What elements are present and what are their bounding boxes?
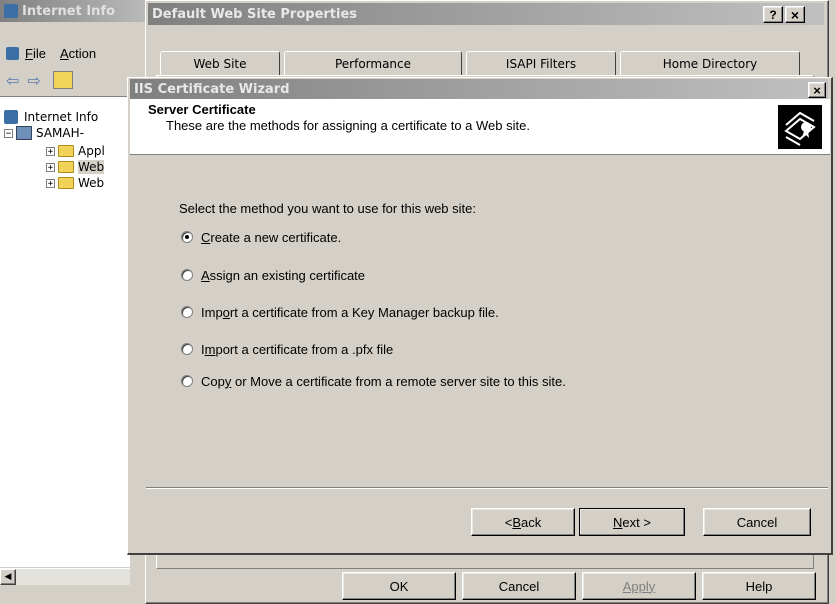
- option-copy-move-remote[interactable]: Copy or Move a certificate from a remote…: [181, 372, 566, 390]
- wizard-close-button[interactable]: ×: [808, 82, 826, 98]
- option-label: Import a certificate from a .pfx file: [201, 341, 394, 357]
- properties-title-bar: Default Web Site Properties: [148, 3, 824, 25]
- tab-performance[interactable]: Performance: [284, 51, 462, 75]
- tree-item-root[interactable]: Internet Info: [4, 109, 98, 125]
- ok-button[interactable]: OK: [342, 572, 456, 600]
- next-button[interactable]: Next >: [579, 508, 685, 536]
- expand-icon[interactable]: +: [46, 162, 55, 172]
- properties-cancel-button[interactable]: Cancel: [462, 572, 576, 600]
- folder-icon: [58, 161, 74, 173]
- radio-button[interactable]: [181, 269, 193, 281]
- expand-icon[interactable]: +: [46, 146, 55, 156]
- folder-icon: [58, 145, 74, 157]
- menu-icon: [6, 46, 19, 60]
- tab-web-site[interactable]: Web Site: [160, 51, 280, 75]
- tab-home-directory[interactable]: Home Directory: [620, 51, 800, 75]
- menu-file[interactable]: File: [25, 46, 46, 61]
- wizard-cancel-button[interactable]: Cancel: [703, 508, 811, 536]
- option-label: Create a new certificate.: [201, 229, 342, 245]
- option-import-key-manager[interactable]: Import a certificate from a Key Manager …: [181, 303, 499, 321]
- up-folder-icon[interactable]: [52, 71, 73, 89]
- horizontal-scrollbar[interactable]: ◀: [0, 568, 130, 585]
- option-import-pfx[interactable]: Import a certificate from a .pfx file: [181, 340, 393, 358]
- certificate-wizard-dialog: IIS Certificate Wizard × Server Certific…: [127, 77, 833, 555]
- forward-arrow-icon[interactable]: ⇨: [27, 71, 40, 90]
- iis-root-icon: [4, 110, 18, 124]
- scroll-left-button[interactable]: ◀: [0, 569, 16, 585]
- tab-isapi-filters[interactable]: ISAPI Filters: [466, 51, 616, 75]
- wizard-header: Server Certificate These are the methods…: [130, 99, 830, 155]
- radio-button-checked[interactable]: [181, 231, 193, 243]
- option-label: Copy or Move a certificate from a remote…: [201, 373, 566, 389]
- help-button[interactable]: Help: [702, 572, 816, 600]
- server-icon: [16, 126, 32, 140]
- folder-icon: [58, 177, 74, 189]
- iis-window-title: Internet Info: [22, 3, 116, 19]
- radio-button[interactable]: [181, 375, 193, 387]
- tree-item-server[interactable]: − SAMAH-: [4, 125, 84, 141]
- iis-app-icon: [4, 4, 18, 18]
- tree-item-web-ext[interactable]: + Web: [46, 175, 104, 191]
- wizard-prompt: Select the method you want to use for th…: [179, 201, 476, 216]
- expand-icon[interactable]: +: [46, 178, 55, 188]
- certificate-icon: [778, 105, 822, 149]
- iis-menu-bar: File Action: [0, 42, 150, 64]
- iis-title-bar: Internet Info: [0, 0, 160, 22]
- collapse-icon[interactable]: −: [4, 128, 13, 138]
- apply-button: Apply: [582, 572, 696, 600]
- tree-pane: Internet Info − SAMAH- + Appl + Web + We…: [0, 96, 130, 567]
- radio-button[interactable]: [181, 343, 193, 355]
- wizard-separator: [146, 487, 828, 489]
- properties-title: Default Web Site Properties: [152, 6, 358, 22]
- back-button[interactable]: < Back: [471, 508, 575, 536]
- menu-action[interactable]: Action: [60, 46, 96, 61]
- wizard-header-title: Server Certificate: [148, 102, 256, 117]
- tree-item-app-pools[interactable]: + Appl: [46, 143, 105, 159]
- help-title-button[interactable]: ?: [763, 6, 783, 23]
- wizard-header-description: These are the methods for assigning a ce…: [166, 118, 530, 133]
- option-label: Assign an existing certificate: [201, 267, 366, 283]
- close-title-button[interactable]: ×: [785, 6, 805, 23]
- option-create-new[interactable]: Create a new certificate.: [181, 228, 341, 246]
- wizard-title: IIS Certificate Wizard: [134, 81, 290, 97]
- option-label: Import a certificate from a Key Manager …: [201, 304, 499, 320]
- back-arrow-icon[interactable]: ⇦: [6, 71, 19, 90]
- option-assign-existing[interactable]: Assign an existing certificate: [181, 266, 365, 284]
- wizard-title-bar: IIS Certificate Wizard: [130, 79, 828, 99]
- radio-button[interactable]: [181, 306, 193, 318]
- tree-item-web-sites[interactable]: + Web: [46, 159, 105, 175]
